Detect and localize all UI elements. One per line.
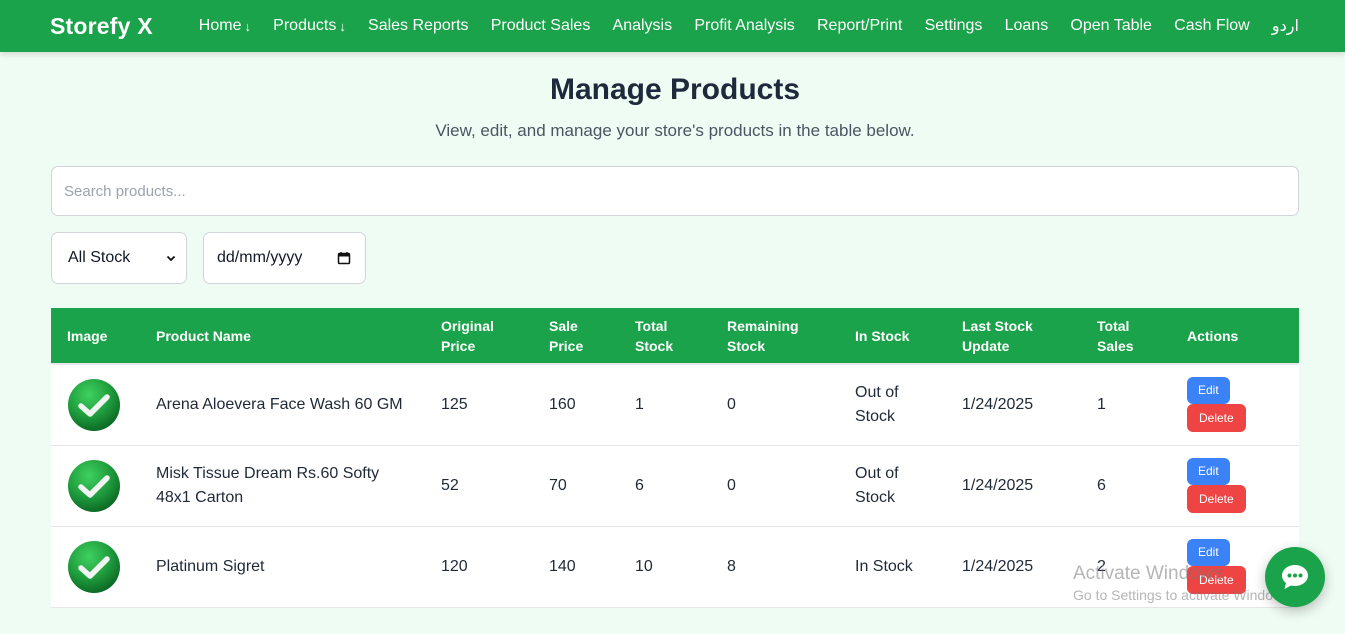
search-input[interactable] [51,166,1299,216]
nav-urdu-language[interactable]: اردو [1272,16,1299,36]
page-subtitle: View, edit, and manage your store's prod… [435,121,915,140]
calendar-icon[interactable] [337,251,351,265]
cell-remaining-stock: 8 [711,526,839,608]
chevron-down-icon [166,255,176,262]
cell-remaining-stock: 0 [711,445,839,527]
nav-home-label: Home [198,17,242,34]
cell-last-update: 1/24/2025 [946,363,1081,446]
cell-product-name: Misk Tissue Dream Rs.60 Softy 48x1 Carto… [140,445,425,527]
delete-button[interactable]: Delete [1187,485,1246,513]
table-row: Platinum Sigret 120 140 10 8 In Stock 1/… [51,526,1299,608]
nav-settings[interactable]: Settings [925,17,983,35]
nav-product-sales[interactable]: Product Sales [491,17,591,35]
cell-product-name: Arena Aloevera Face Wash 60 GM [140,363,425,446]
products-table-container: Image Product Name Original Price Sale Pri… [51,308,1299,608]
cell-last-update: 1/24/2025 [946,445,1081,527]
date-placeholder: dd/mm/yyyy [217,249,303,266]
edit-button[interactable]: Edit [1187,458,1230,485]
cell-in-stock-status: Out of Stock [839,363,946,446]
nav-home[interactable]: Home ↓ [199,17,251,35]
cell-in-stock-status: In Stock [839,526,946,608]
header-in-stock: In Stock [855,327,910,344]
chat-bubble-icon [1282,565,1308,589]
green-check-icon [68,459,120,512]
nav-products-label: Products [273,17,337,34]
nav-profit-analysis[interactable]: Profit Analysis [694,17,794,35]
nav-open-table[interactable]: Open Table [1070,17,1152,35]
main-content: Manage Products View, edit, and manage y… [0,72,1345,608]
nav-cash-flow[interactable]: Cash Flow [1174,17,1250,35]
header-total-sales: Total Sales [1097,317,1134,354]
cell-total-sales: 1 [1081,363,1171,446]
page-title: Manage Products [549,73,801,106]
cell-image [51,363,140,446]
cell-total-stock: 10 [619,526,711,608]
edit-button[interactable]: Edit [1187,539,1230,566]
cell-total-stock: 6 [619,445,711,527]
header-last-stock-update: Last Stock Update [962,317,1033,354]
delete-button[interactable]: Delete [1187,404,1246,433]
cell-original-price: 120 [425,526,533,608]
green-check-icon [68,540,120,593]
header-product-name: Product Name [156,327,251,344]
cell-actions: Edit Delete [1171,445,1299,527]
nav-analysis[interactable]: Analysis [613,17,673,35]
green-check-icon [68,378,120,431]
cell-product-name: Platinum Sigret [140,526,425,608]
table-row: Arena Aloevera Face Wash 60 GM 125 160 1… [51,363,1299,446]
table-header-row: Image Product Name Original Price Sale Pri… [51,308,1299,364]
cell-sale-price: 140 [533,526,619,608]
cell-total-stock: 1 [619,363,711,446]
cell-sale-price: 70 [533,445,619,527]
cell-original-price: 125 [425,363,533,446]
nav-links: Home ↓ Products ↓ Sales Reports Product Sa… [199,16,1299,36]
dropdown-arrow-icon: ↓ [339,18,346,34]
brand-logo[interactable]: Storefy X [50,13,153,40]
nav-loans[interactable]: Loans [1005,17,1049,35]
header-total-stock: Total Stock [635,317,674,354]
nav-products[interactable]: Products ↓ [273,17,346,35]
search-container [51,166,1299,216]
top-navbar: Storefy X Home ↓ Products ↓ Sales Reports … [0,0,1345,52]
dropdown-arrow-icon: ↓ [244,18,251,34]
stock-filter-select[interactable]: All Stock [51,232,187,284]
stock-filter-value: All Stock [68,249,131,266]
cell-sale-price: 160 [533,363,619,446]
header-original-price: Original Price [441,317,494,354]
cell-remaining-stock: 0 [711,363,839,446]
cell-last-update: 1/24/2025 [946,526,1081,608]
header-remaining-stock: Remaining Stock [727,317,799,354]
cell-actions: Edit Delete [1171,363,1299,446]
filters-row: All Stock dd/mm/yyyy [51,232,1299,284]
cell-total-sales: 6 [1081,445,1171,527]
nav-report-print[interactable]: Report/Print [817,17,902,35]
header-actions: Actions [1187,327,1239,344]
cell-image [51,526,140,608]
cell-image [51,445,140,527]
header-sale-price: Sale Price [549,317,584,354]
chat-button[interactable] [1265,547,1325,607]
date-filter-input[interactable]: dd/mm/yyyy [203,232,366,284]
cell-in-stock-status: Out of Stock [839,445,946,527]
cell-total-sales: 2 [1081,526,1171,608]
table-row: Misk Tissue Dream Rs.60 Softy 48x1 Carto… [51,445,1299,527]
header-image: Image [67,327,108,344]
nav-sales-reports[interactable]: Sales Reports [368,17,469,35]
cell-original-price: 52 [425,445,533,527]
edit-button[interactable]: Edit [1187,377,1230,405]
products-table: Image Product Name Original Price Sale Pri… [51,308,1299,608]
delete-button[interactable]: Delete [1187,566,1246,594]
